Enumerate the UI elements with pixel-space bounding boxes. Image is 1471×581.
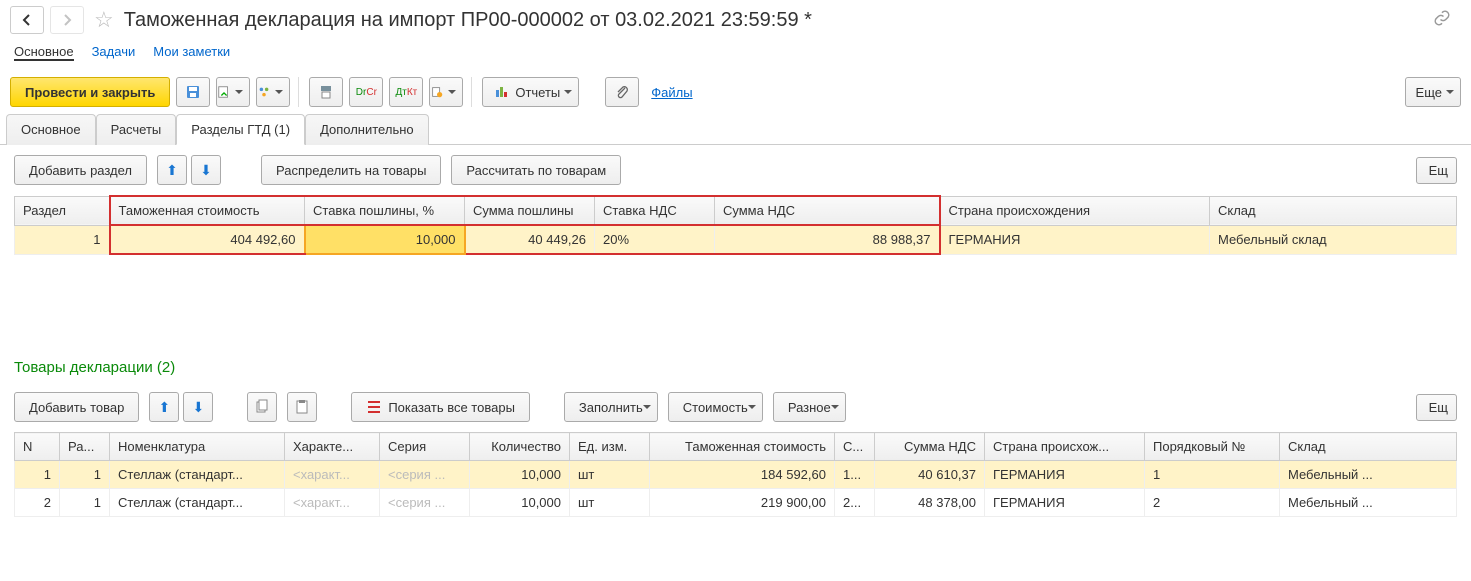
th-unit[interactable]: Ед. изм. <box>570 433 650 461</box>
link-icon[interactable] <box>1423 9 1461 32</box>
sections-more-button[interactable]: Ещ <box>1416 157 1457 184</box>
subtab-calc[interactable]: Расчеты <box>96 114 177 145</box>
show-all-button[interactable]: Показать все товары <box>351 392 530 422</box>
th-qty[interactable]: Количество <box>470 433 570 461</box>
subtab-extra[interactable]: Дополнительно <box>305 114 429 145</box>
goods-table: N Ра... Номенклатура Характе... Серия Ко… <box>14 432 1457 517</box>
th-sec[interactable]: Ра... <box>60 433 110 461</box>
th-vat-rate[interactable]: Ставка НДС <box>595 196 715 225</box>
add-good-button[interactable]: Добавить товар <box>14 392 139 422</box>
goods-title: Товары декларации (2) <box>0 345 1471 382</box>
dtkt-button[interactable]: ДтКт <box>389 77 423 107</box>
th-char[interactable]: Характе... <box>285 433 380 461</box>
sections-table: Раздел Таможенная стоимость Ставка пошли… <box>14 195 1457 255</box>
structure-button[interactable] <box>256 77 290 107</box>
table-row[interactable]: 2 1 Стеллаж (стандарт... <характ... <сер… <box>15 489 1457 517</box>
subtab-sections[interactable]: Разделы ГТД (1) <box>176 114 305 145</box>
attach-button[interactable] <box>605 77 639 107</box>
related-button[interactable] <box>429 77 463 107</box>
th-customs-value[interactable]: Таможенная стоимость <box>110 196 305 225</box>
show-all-label: Показать все товары <box>388 400 515 415</box>
goods-move-down-button[interactable]: ⬇ <box>183 392 213 422</box>
cell-warehouse: Мебельный склад <box>1210 225 1457 254</box>
th-series[interactable]: Серия <box>380 433 470 461</box>
tab-main[interactable]: Основное <box>14 44 74 61</box>
reports-button[interactable]: Отчеты <box>482 77 579 107</box>
subtab-main[interactable]: Основное <box>6 114 96 145</box>
cost-button[interactable]: Стоимость <box>668 392 763 422</box>
fill-button[interactable]: Заполнить <box>564 392 658 422</box>
cell-customs-value: 404 492,60 <box>110 225 305 254</box>
tab-notes[interactable]: Мои заметки <box>153 44 230 61</box>
cell-duty-amount: 40 449,26 <box>465 225 595 254</box>
th-warehouse[interactable]: Склад <box>1210 196 1457 225</box>
th-vat-amount[interactable]: Сумма НДС <box>715 196 940 225</box>
th-nom[interactable]: Номенклатура <box>110 433 285 461</box>
th-duty-amount[interactable]: Сумма пошлины <box>465 196 595 225</box>
cell-vat-amount: 88 988,37 <box>715 225 940 254</box>
post-button[interactable] <box>216 77 250 107</box>
page-title: Таможенная декларация на импорт ПР00-000… <box>124 9 1417 32</box>
cell-duty-rate[interactable]: 10,000 <box>305 225 465 254</box>
th-section[interactable]: Раздел <box>15 196 110 225</box>
distribute-button[interactable]: Распределить на товары <box>261 155 441 185</box>
more-button[interactable]: Еще <box>1405 77 1461 107</box>
move-up-button[interactable]: ⬆ <box>157 155 187 185</box>
recalc-button[interactable]: Рассчитать по товарам <box>451 155 621 185</box>
move-down-button[interactable]: ⬇ <box>191 155 221 185</box>
cell-section: 1 <box>15 225 110 254</box>
drcr-button[interactable]: DrCr <box>349 77 383 107</box>
add-section-button[interactable]: Добавить раздел <box>14 155 147 185</box>
nav-forward-button[interactable] <box>50 6 84 34</box>
th-n[interactable]: N <box>15 433 60 461</box>
misc-button[interactable]: Разное <box>773 392 846 422</box>
th-warehouse[interactable]: Склад <box>1280 433 1457 461</box>
th-origin[interactable]: Страна происхож... <box>985 433 1145 461</box>
paste-button[interactable] <box>287 392 317 422</box>
th-origin[interactable]: Страна происхождения <box>940 196 1210 225</box>
nav-back-button[interactable] <box>10 6 44 34</box>
goods-move-up-button[interactable]: ⬆ <box>149 392 179 422</box>
goods-more-button[interactable]: Ещ <box>1416 394 1457 421</box>
th-order-num[interactable]: Порядковый № <box>1145 433 1280 461</box>
print-button[interactable] <box>309 77 343 107</box>
th-customs-value[interactable]: Таможенная стоимость <box>650 433 835 461</box>
th-rate[interactable]: С... <box>835 433 875 461</box>
tab-tasks[interactable]: Задачи <box>92 44 136 61</box>
table-row[interactable]: 1 404 492,60 10,000 40 449,26 20% 88 988… <box>15 225 1457 254</box>
save-button[interactable] <box>176 77 210 107</box>
th-vat-amount[interactable]: Сумма НДС <box>875 433 985 461</box>
cell-vat-rate: 20% <box>595 225 715 254</box>
reports-label: Отчеты <box>515 85 560 100</box>
th-duty-rate[interactable]: Ставка пошлины, % <box>305 196 465 225</box>
favorite-star-icon[interactable]: ☆ <box>90 7 118 33</box>
post-close-button[interactable]: Провести и закрыть <box>10 77 170 107</box>
cell-origin: ГЕРМАНИЯ <box>940 225 1210 254</box>
copy-button[interactable] <box>247 392 277 422</box>
table-row[interactable]: 1 1 Стеллаж (стандарт... <характ... <сер… <box>15 461 1457 489</box>
files-link[interactable]: Файлы <box>645 85 698 100</box>
